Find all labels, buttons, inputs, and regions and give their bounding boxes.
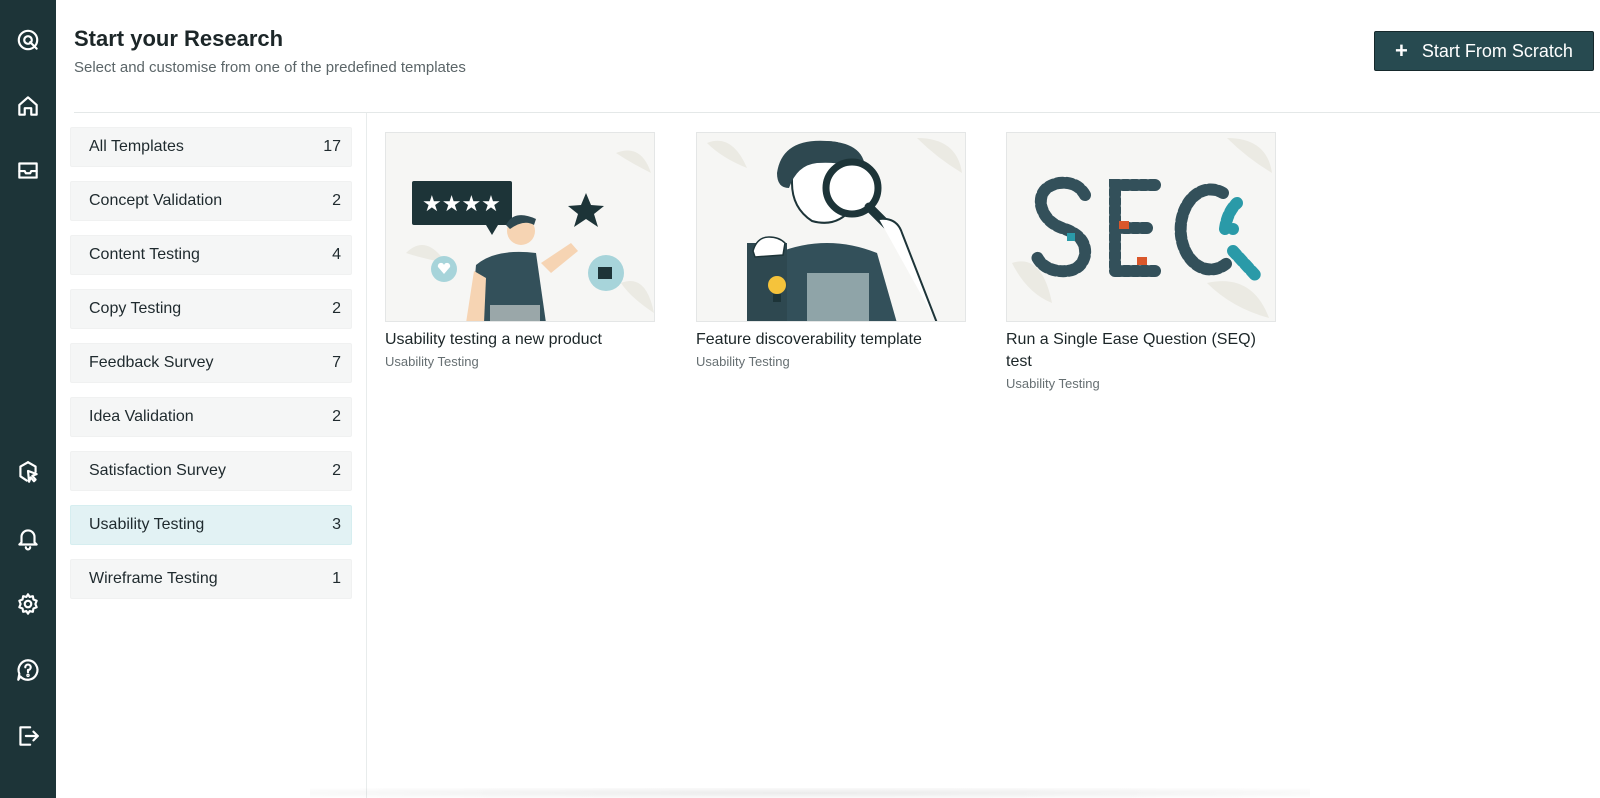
category-count: 7 (332, 354, 341, 371)
logout-icon[interactable] (10, 718, 46, 754)
category-count: 17 (323, 138, 341, 155)
start-from-scratch-label: Start From Scratch (1421, 40, 1573, 61)
category-idea-validation[interactable]: Idea Validation 2 (70, 397, 352, 437)
category-label: Copy Testing (89, 300, 182, 317)
magnifier-illustration (707, 138, 962, 321)
category-feedback-survey[interactable]: Feedback Survey 7 (70, 343, 352, 383)
category-label: Satisfaction Survey (89, 462, 226, 479)
bottom-shadow (310, 788, 1310, 798)
template-card[interactable]: Feature discoverability template Usabili… (696, 132, 966, 369)
page-title: Start your Research (74, 26, 284, 51)
template-category: Usability Testing (1006, 376, 1100, 391)
start-from-scratch-button[interactable]: + Start From Scratch (1374, 31, 1594, 71)
category-label: Usability Testing (89, 516, 205, 533)
category-label: Wireframe Testing (89, 570, 218, 587)
template-category: Usability Testing (385, 354, 479, 369)
bell-icon[interactable] (10, 520, 46, 556)
category-satisfaction-survey[interactable]: Satisfaction Survey 2 (70, 451, 352, 491)
category-count: 4 (332, 246, 341, 263)
category-wireframe-testing[interactable]: Wireframe Testing 1 (70, 559, 352, 599)
help-icon[interactable] (10, 652, 46, 688)
category-count: 2 (332, 408, 341, 425)
cursor-click-icon[interactable] (10, 454, 46, 490)
category-all-templates[interactable]: All Templates 17 (70, 127, 352, 167)
category-count: 2 (332, 300, 341, 317)
page-subtitle: Select and customise from one of the pre… (74, 59, 466, 76)
category-label: Content Testing (89, 246, 200, 263)
template-card[interactable]: Run a Single Ease Question (SEQ) test Us… (1006, 132, 1276, 391)
template-card[interactable]: ★★★★ Usability testing a new product Usa… (385, 132, 655, 369)
seq-illustration (1012, 138, 1272, 318)
category-label: All Templates (89, 138, 184, 155)
category-label: Feedback Survey (89, 354, 214, 371)
gear-icon[interactable] (10, 586, 46, 622)
template-thumbnail (1006, 132, 1276, 322)
template-category: Usability Testing (696, 354, 790, 369)
category-usability-testing[interactable]: Usability Testing 3 (70, 505, 352, 545)
category-count: 2 (332, 462, 341, 479)
sidebar-divider (366, 113, 367, 798)
category-concept-validation[interactable]: Concept Validation 2 (70, 181, 352, 221)
template-title: Usability testing a new product (385, 331, 602, 348)
category-count: 3 (332, 516, 341, 533)
header-divider (74, 112, 1600, 113)
nav-rail (0, 0, 56, 798)
rating-illustration: ★★★★ (406, 150, 654, 321)
category-label: Concept Validation (89, 192, 223, 209)
logo-icon[interactable] (10, 22, 46, 58)
category-count: 2 (332, 192, 341, 209)
plus-icon: + (1395, 38, 1408, 63)
category-copy-testing[interactable]: Copy Testing 2 (70, 289, 352, 329)
svg-text:★★★★: ★★★★ (422, 192, 501, 217)
category-label: Idea Validation (89, 408, 194, 425)
category-content-testing[interactable]: Content Testing 4 (70, 235, 352, 275)
template-thumbnail (696, 132, 966, 322)
category-count: 1 (332, 570, 341, 587)
template-title: Run a Single Ease Question (SEQ) test (1006, 331, 1256, 370)
home-icon[interactable] (10, 88, 46, 124)
template-title: Feature discoverability template (696, 331, 922, 348)
inbox-icon[interactable] (10, 152, 46, 188)
template-thumbnail: ★★★★ (385, 132, 655, 322)
